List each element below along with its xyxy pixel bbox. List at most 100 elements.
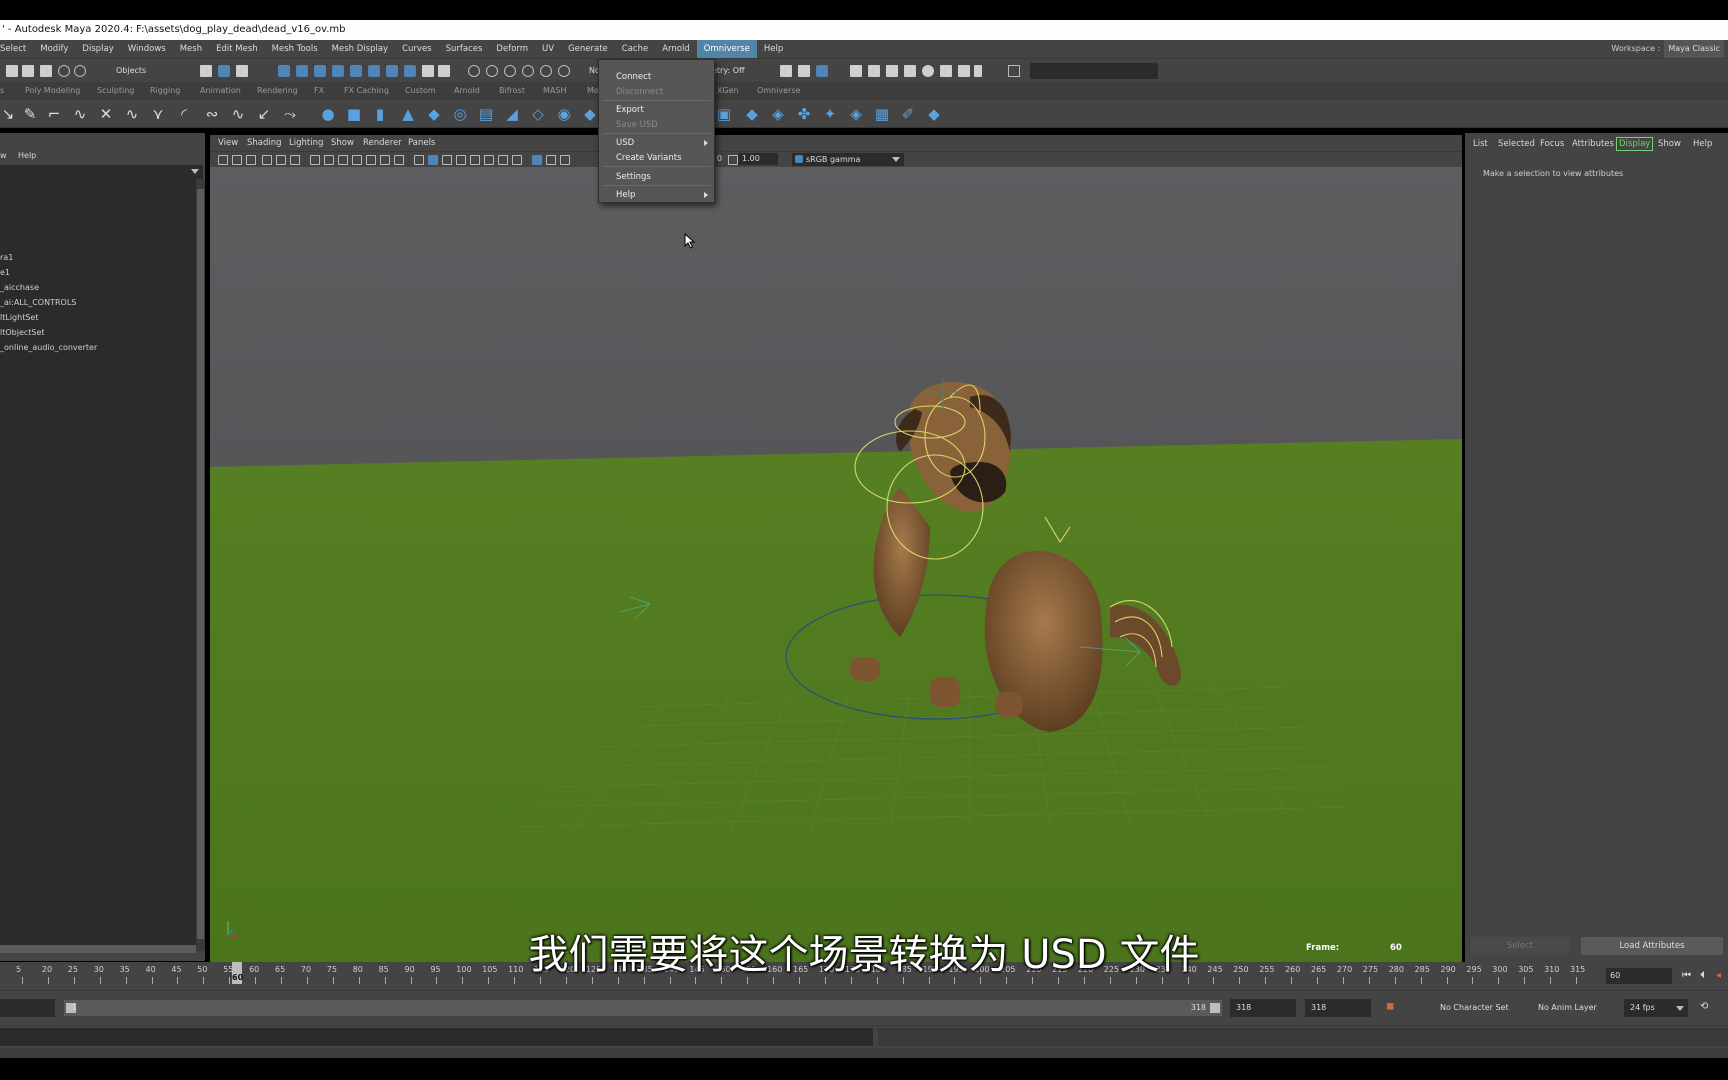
render-settings-icon[interactable] <box>886 65 898 77</box>
default-material-icon[interactable] <box>442 155 452 165</box>
multi-surface-icon[interactable]: ◈ <box>770 106 786 122</box>
character-set-dropdown[interactable]: No Character Set <box>1440 999 1509 1017</box>
shelf-tab-curves[interactable]: s <box>0 82 4 100</box>
omniverse-help-submenu[interactable]: Help <box>599 188 714 202</box>
arnold-render-icon[interactable] <box>922 65 934 77</box>
snap-view-plane-icon[interactable] <box>540 65 552 77</box>
workspace-dropdown[interactable]: Maya Classic <box>1664 40 1724 58</box>
outliner-item-all-controls[interactable]: _ai:ALL_CONTROLS <box>0 297 76 308</box>
shelf-tab-bifrost[interactable]: Bifrost <box>499 82 525 100</box>
curve-fillet-icon[interactable]: ⋎ <box>150 106 166 122</box>
wireframe-on-shaded-icon[interactable] <box>456 155 466 165</box>
menu-omniverse[interactable]: Omniverse <box>696 40 757 58</box>
untrim-surface-icon[interactable]: ◈ <box>848 106 864 122</box>
textured-icon[interactable] <box>470 155 480 165</box>
loop-playback-icon[interactable]: ⟲ <box>1700 1001 1708 1013</box>
field-chart-icon[interactable] <box>366 155 376 165</box>
shelf-tab-omniverse[interactable]: Omniverse <box>757 82 800 100</box>
outliner-item-audio-converter[interactable]: _online_audio_converter <box>0 342 97 353</box>
shadows-icon[interactable] <box>498 155 508 165</box>
arnold-ipr-icon[interactable] <box>940 65 952 77</box>
menu-uv[interactable]: UV <box>535 40 561 58</box>
menu-windows[interactable]: Windows <box>121 40 173 58</box>
resolution-gate-icon[interactable] <box>338 155 348 165</box>
menu-arnold[interactable]: Arnold <box>655 40 697 58</box>
cube-icon[interactable]: ■ <box>346 106 362 122</box>
arnold-refresh-icon[interactable] <box>958 65 970 77</box>
extend-curve-icon[interactable]: ↙ <box>256 106 272 122</box>
use-all-lights-icon[interactable] <box>484 155 494 165</box>
wireframe-icon[interactable] <box>414 155 424 165</box>
patch-icon[interactable]: ▣ <box>716 106 732 122</box>
range-start-field[interactable] <box>0 999 55 1017</box>
shelf-tab-xgen[interactable]: XGen <box>717 82 739 100</box>
xray-joints-icon[interactable] <box>560 155 570 165</box>
planar-icon[interactable]: ◆ <box>582 106 598 122</box>
anim-layer-dropdown[interactable]: No Anim Layer <box>1538 999 1597 1017</box>
render-frame-icon[interactable] <box>850 65 862 77</box>
safe-action-icon[interactable] <box>380 155 390 165</box>
screen-space-ao-icon[interactable] <box>512 155 522 165</box>
make-live-icon[interactable] <box>558 65 570 77</box>
undo-icon[interactable] <box>58 65 70 77</box>
omniverse-save-usd-item[interactable]: Save USD <box>599 118 714 132</box>
sphere-icon[interactable]: ● <box>320 106 336 122</box>
attr-tab-focus[interactable]: Focus <box>1540 137 1564 151</box>
cylinder-icon[interactable]: ▮ <box>372 106 388 122</box>
lock-selection-icon[interactable] <box>422 65 434 77</box>
viewport-menu-view[interactable]: View <box>218 135 238 151</box>
safe-title-icon[interactable] <box>394 155 404 165</box>
plane-icon[interactable]: ◆ <box>426 106 442 122</box>
camera-attributes-icon[interactable] <box>232 155 242 165</box>
outliner-scrollbar[interactable] <box>196 179 205 951</box>
snap-projected-center-icon[interactable] <box>522 65 534 77</box>
select-dynamic-icon[interactable] <box>368 65 380 77</box>
select-misc-icon[interactable] <box>404 65 416 77</box>
menu-mesh-tools[interactable]: Mesh Tools <box>265 40 325 58</box>
curve-tool-icon[interactable]: ↘ <box>0 106 16 122</box>
menu-generate[interactable]: Generate <box>561 40 615 58</box>
film-gate-icon[interactable] <box>324 155 334 165</box>
pause-icon[interactable] <box>974 65 982 77</box>
construction-history-icon[interactable] <box>780 65 792 77</box>
outliner-menu-help[interactable]: Help <box>18 149 36 163</box>
new-scene-icon[interactable] <box>6 65 18 77</box>
revolve-icon[interactable]: ◇ <box>530 106 546 122</box>
attr-tab-show[interactable]: Show <box>1658 137 1681 151</box>
outliner-item-default-light-set[interactable]: ltLightSet <box>0 312 38 323</box>
open-scene-icon[interactable] <box>22 65 34 77</box>
attr-tab-help[interactable]: Help <box>1693 137 1712 151</box>
chevron-down-icon[interactable] <box>191 169 199 174</box>
pencil-curve-icon[interactable]: ✎ <box>22 106 38 122</box>
select-by-hierarchy-icon[interactable] <box>200 65 212 77</box>
grid-icon[interactable] <box>310 155 320 165</box>
omniverse-disconnect-item[interactable]: Disconnect <box>599 85 714 99</box>
snap-grid-icon[interactable] <box>468 65 480 77</box>
playback-end-field[interactable]: 318 <box>1305 999 1371 1017</box>
auto-key-icon[interactable]: ◼ <box>1386 1001 1394 1013</box>
select-by-component-icon[interactable] <box>236 65 248 77</box>
shelf-tab-custom[interactable]: Custom <box>405 82 436 100</box>
viewport-menu-lighting[interactable]: Lighting <box>289 135 323 151</box>
2d-pan-zoom-icon[interactable] <box>276 155 286 165</box>
trim-surface-icon[interactable]: ✦ <box>822 106 838 122</box>
viewport-menu-show[interactable]: Show <box>331 135 354 151</box>
cone-icon[interactable]: ▲ <box>400 106 416 122</box>
hypershade-icon[interactable] <box>904 65 916 77</box>
save-scene-icon[interactable] <box>40 65 52 77</box>
shelf-tab-rigging[interactable]: Rigging <box>150 82 180 100</box>
stitch-surface-icon[interactable]: ▦ <box>874 106 890 122</box>
gate-mask-icon[interactable] <box>352 155 362 165</box>
surface-icon[interactable]: ◆ <box>744 106 760 122</box>
menu-cache[interactable]: Cache <box>615 40 655 58</box>
offset-curve-icon[interactable]: ∿ <box>230 106 246 122</box>
attr-tab-attributes[interactable]: Attributes <box>1572 137 1614 151</box>
smooth-shade-icon[interactable] <box>428 155 438 165</box>
omniverse-connect-item[interactable]: Connect <box>599 70 714 84</box>
color-space-dropdown[interactable]: sRGB gamma <box>792 153 904 166</box>
select-joint-icon[interactable] <box>296 65 308 77</box>
menu-select[interactable]: Select <box>0 40 33 58</box>
animation-end-field[interactable]: 318 <box>1230 999 1296 1017</box>
select-render-icon[interactable] <box>386 65 398 77</box>
xray-icon[interactable] <box>546 155 556 165</box>
